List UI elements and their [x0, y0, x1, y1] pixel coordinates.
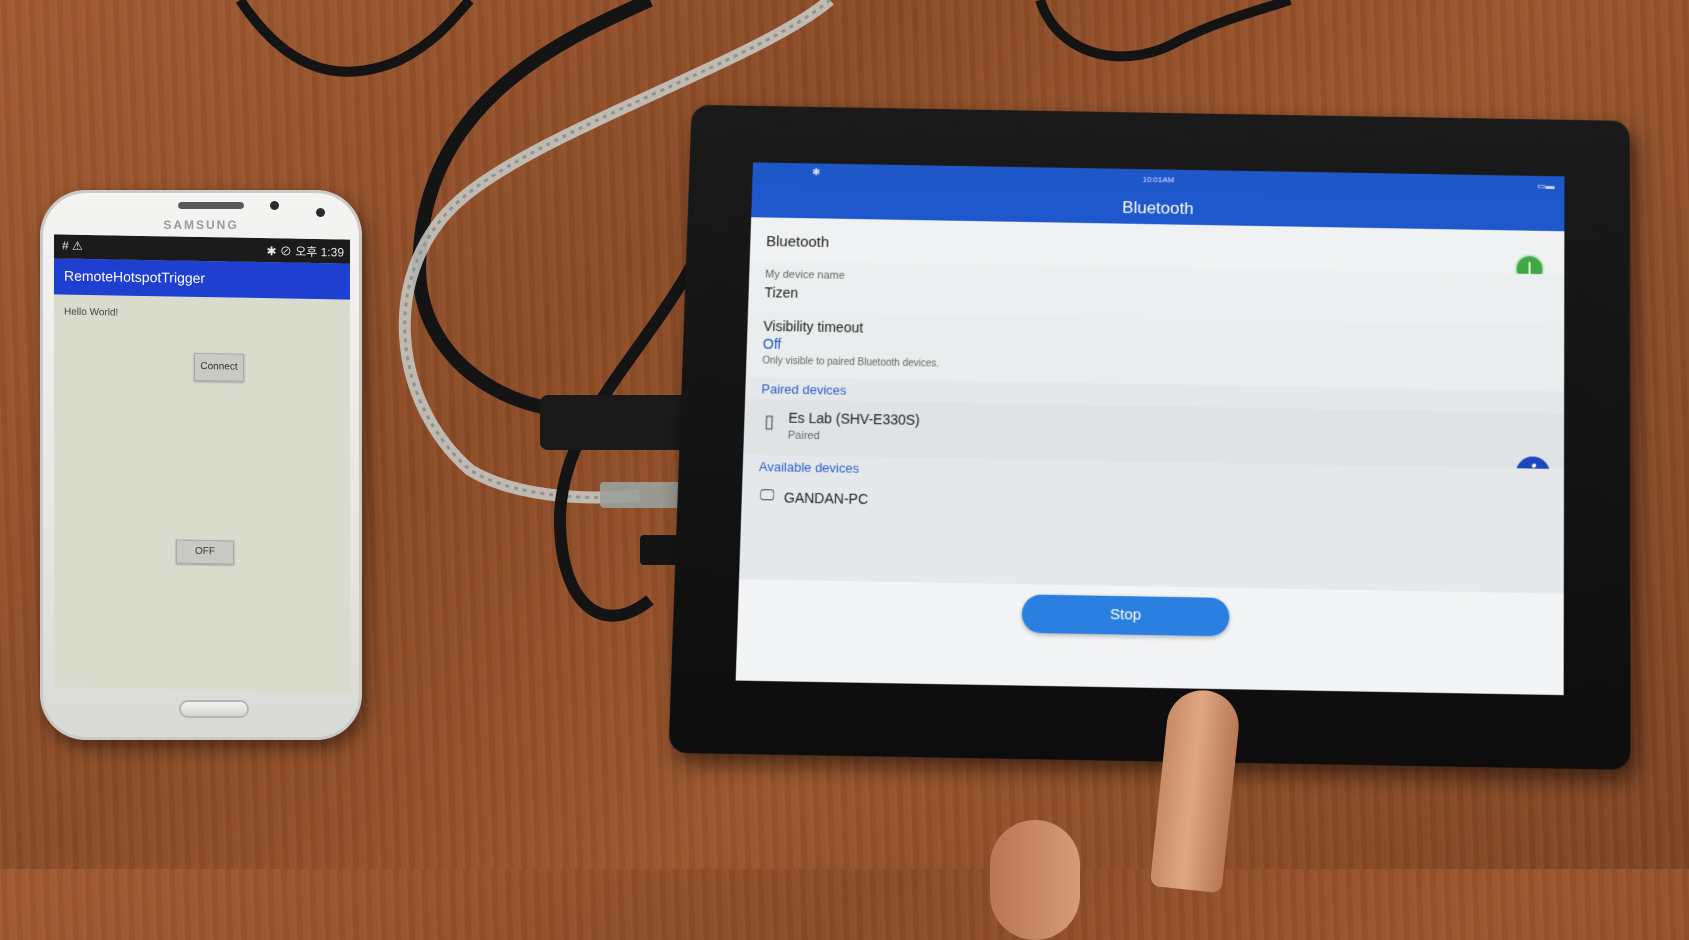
stop-button[interactable]: Stop [1021, 594, 1230, 637]
tablet-screen: ✱ 10:01AM ▭▬ Bluetooth Bluetooth My devi… [735, 162, 1565, 696]
available-devices-label: Available devices [758, 459, 860, 476]
phone-speaker [178, 202, 244, 209]
phone-app-bar: RemoteHotspotTrigger [54, 258, 350, 300]
available-device-row[interactable]: 🖵 GANDAN-PC [739, 476, 1564, 594]
visibility-value: Off [762, 335, 782, 352]
phone-hello-text: Hello World! [64, 306, 119, 319]
phone-device: SAMSUNG # ⚠ ✱ ⊘ 오후 1:39 RemoteHotspotTri… [40, 190, 362, 740]
device-name-value: Tizen [764, 284, 799, 301]
phone-icon: ▯ [763, 411, 775, 432]
paired-device-status: Paired [787, 429, 820, 443]
paired-devices-label: Paired devices [761, 381, 847, 398]
phone-app-title: RemoteHotspotTrigger [64, 267, 206, 287]
available-device-name: GANDAN-PC [783, 489, 869, 508]
visibility-label: Visibility timeout [763, 317, 864, 336]
monitor-icon: 🖵 [759, 487, 775, 505]
battery-icon: ▭▬ [1537, 180, 1555, 191]
off-button[interactable]: OFF [176, 539, 234, 565]
phone-status-right: ✱ ⊘ 오후 1:39 [266, 244, 345, 260]
device-name-caption: My device name [764, 268, 845, 282]
phone-camera-icon [270, 201, 279, 210]
bluetooth-label: Bluetooth [765, 233, 830, 251]
phone-screen: # ⚠ ✱ ⊘ 오후 1:39 RemoteHotspotTrigger Hel… [54, 234, 350, 693]
phone-home-button[interactable] [179, 700, 249, 718]
tablet-device: ✱ 10:01AM ▭▬ Bluetooth Bluetooth My devi… [668, 104, 1631, 770]
phone-status-left: # ⚠ [62, 238, 83, 253]
connect-button[interactable]: Connect [194, 352, 244, 382]
hand [990, 820, 1080, 940]
paired-device-name: Es Lab (SHV-E330S) [788, 409, 921, 428]
phone-sensor-icon [316, 208, 325, 217]
visibility-hint: Only visible to paired Bluetooth devices… [762, 355, 940, 370]
phone-brand-logo: SAMSUNG [163, 218, 239, 232]
